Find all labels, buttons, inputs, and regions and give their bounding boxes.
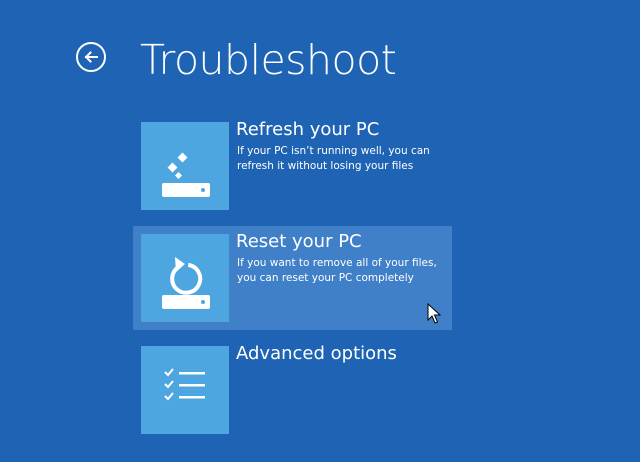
back-button[interactable] (76, 42, 106, 72)
refresh-pc-option[interactable]: Refresh your PC If your PC isn’t running… (133, 114, 452, 218)
refresh-pc-tile (141, 122, 229, 210)
advanced-options-icon (164, 368, 205, 401)
advanced-options-option[interactable]: Advanced options (133, 338, 452, 442)
reset-pc-option[interactable]: Reset your PC If you want to remove all … (133, 226, 452, 330)
mouse-pointer-icon (427, 303, 441, 324)
reset-pc-title: Reset your PC (236, 231, 362, 252)
advanced-options-title: Advanced options (236, 343, 397, 364)
reset-pc-tile (141, 234, 229, 322)
refresh-pc-title: Refresh your PC (236, 119, 380, 140)
reset-pc-description: If you want to remove all of your files,… (237, 257, 437, 284)
advanced-options-tile (141, 346, 229, 434)
reset-pc-icon (162, 257, 210, 309)
refresh-pc-description: If your PC isn’t running well, you can r… (237, 145, 430, 172)
back-arrow-icon (84, 51, 98, 63)
refresh-pc-icon (162, 152, 210, 197)
page-title: Troubleshoot (140, 36, 397, 84)
